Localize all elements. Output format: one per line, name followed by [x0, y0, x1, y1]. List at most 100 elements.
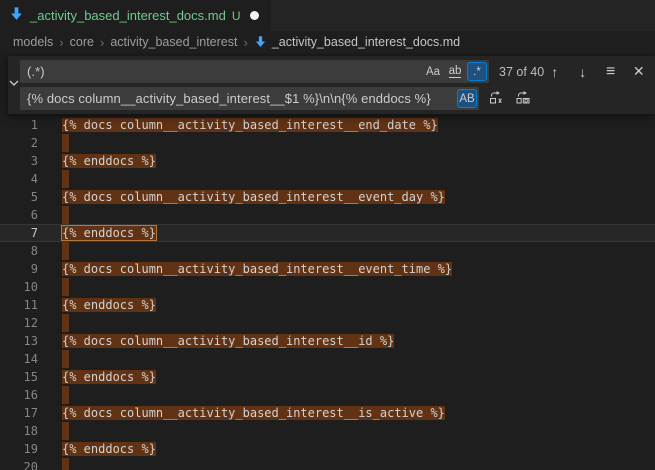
code-line[interactable]: 17{% docs column__activity_based_interes… — [0, 404, 655, 422]
zero-width-find-match — [62, 242, 69, 260]
code-line[interactable]: 6 — [0, 206, 655, 224]
code-line[interactable]: 20 — [0, 458, 655, 470]
replace-all-button[interactable] — [512, 88, 533, 109]
code-line[interactable]: 8 — [0, 242, 655, 260]
replace-input[interactable]: {% docs column__activity_based_interest_… — [27, 91, 455, 106]
zero-width-find-match — [62, 170, 69, 188]
code-line[interactable]: 7{% enddocs %} — [0, 224, 655, 242]
tab-filename: _activity_based_interest_docs.md — [30, 8, 226, 23]
line-number: 5 — [0, 188, 38, 206]
find-match: {% docs column__activity_based_interest_… — [62, 118, 438, 132]
line-number: 4 — [0, 170, 38, 188]
zero-width-find-match — [62, 422, 69, 440]
markdown-file-icon — [254, 35, 267, 49]
editor-pane[interactable]: (.*) Aa ab .* 37 of 40 ↑ ↓ ≡ ✕ — [0, 53, 655, 470]
zero-width-find-match — [62, 458, 69, 470]
breadcrumb-separator: › — [98, 35, 106, 50]
find-match: {% enddocs %} — [62, 370, 156, 384]
editor-tab[interactable]: _activity_based_interest_docs.md U — [0, 0, 271, 31]
code-line[interactable]: 10 — [0, 278, 655, 296]
zero-width-find-match — [62, 278, 69, 296]
zero-width-find-match — [62, 350, 69, 368]
modified-indicator-dot[interactable] — [250, 11, 259, 20]
line-number: 19 — [0, 440, 38, 458]
current-find-match: {% enddocs %} — [62, 226, 156, 240]
line-content — [38, 134, 69, 152]
line-content — [38, 314, 69, 332]
line-content — [38, 278, 69, 296]
code-line[interactable]: 1 {% docs column__activity_based_interest… — [0, 116, 655, 134]
code-line[interactable]: 15 {% enddocs %} — [0, 368, 655, 386]
code-line[interactable]: 2 — [0, 134, 655, 152]
find-input[interactable]: (.*) — [27, 64, 421, 79]
line-number: 17 — [0, 404, 38, 422]
line-number: 10 — [0, 278, 38, 296]
line-number: 18 — [0, 422, 38, 440]
next-match-button[interactable]: ↓ — [572, 61, 593, 82]
close-find-button[interactable]: ✕ — [628, 61, 649, 82]
line-content: {% docs column__activity_based_interest_… — [38, 332, 394, 350]
line-content — [38, 422, 69, 440]
replace-button[interactable] — [485, 88, 506, 109]
code-line[interactable]: 16 — [0, 386, 655, 404]
find-match: {% docs column__activity_based_interest_… — [62, 262, 452, 276]
code-line[interactable]: 19 {% enddocs %} — [0, 440, 655, 458]
whole-word-button[interactable]: ab — [445, 62, 465, 81]
breadcrumb-item-core[interactable]: core — [70, 35, 94, 49]
breadcrumb-item-file[interactable]: _activity_based_interest_docs.md — [254, 35, 460, 49]
toggle-replace-button[interactable] — [8, 56, 20, 114]
zero-width-find-match — [62, 314, 69, 332]
line-content: {% docs column__activity_based_interest_… — [38, 404, 445, 422]
line-number: 2 — [0, 134, 38, 152]
line-number: 3 — [0, 152, 38, 170]
line-content: {% enddocs %} — [38, 296, 156, 314]
breadcrumb: models › core › activity_based_interest … — [0, 31, 655, 53]
match-count: 37 of 40 — [499, 65, 544, 79]
breadcrumb-item-models[interactable]: models — [13, 35, 53, 49]
line-number: 8 — [0, 242, 38, 260]
line-content — [38, 242, 69, 260]
line-content: {% enddocs %} — [38, 440, 156, 458]
replace-row: {% docs column__activity_based_interest_… — [20, 87, 655, 110]
code-line[interactable]: 11{% enddocs %} — [0, 296, 655, 314]
regex-button[interactable]: .* — [467, 62, 487, 81]
find-in-selection-button[interactable]: ≡ — [600, 61, 621, 82]
find-input-box: (.*) Aa ab .* — [20, 60, 489, 83]
line-number: 1 — [0, 116, 38, 134]
replace-all-icon — [515, 89, 531, 108]
line-number: 6 — [0, 206, 38, 224]
code-line[interactable]: 18 — [0, 422, 655, 440]
breadcrumb-filename: _activity_based_interest_docs.md — [272, 35, 460, 49]
find-match: {% enddocs %} — [62, 154, 156, 168]
find-match: {% docs column__activity_based_interest_… — [62, 334, 394, 348]
find-row: (.*) Aa ab .* 37 of 40 ↑ ↓ ≡ ✕ — [20, 60, 655, 83]
breadcrumb-separator: › — [241, 35, 249, 50]
code-line[interactable]: 12 — [0, 314, 655, 332]
line-number: 9 — [0, 260, 38, 278]
zero-width-find-match — [62, 206, 69, 224]
line-number: 14 — [0, 350, 38, 368]
code-line[interactable]: 4 — [0, 170, 655, 188]
line-number: 12 — [0, 314, 38, 332]
code-line[interactable]: 14 — [0, 350, 655, 368]
breadcrumb-item-activity-based-interest[interactable]: activity_based_interest — [110, 35, 237, 49]
previous-match-button[interactable]: ↑ — [544, 61, 565, 82]
line-number: 15 — [0, 368, 38, 386]
line-content — [38, 350, 69, 368]
replace-input-box: {% docs column__activity_based_interest_… — [20, 87, 479, 110]
zero-width-find-match — [62, 386, 69, 404]
line-content: {% docs column__activity_based_interest_… — [38, 260, 452, 278]
code-line[interactable]: 3 {% enddocs %} — [0, 152, 655, 170]
code-line[interactable]: 9 {% docs column__activity_based_interest… — [0, 260, 655, 278]
breadcrumb-separator: › — [57, 35, 65, 50]
find-match: {% enddocs %} — [62, 442, 156, 456]
line-content: {% enddocs %} — [38, 152, 156, 170]
code-line[interactable]: 5{% docs column__activity_based_interest… — [0, 188, 655, 206]
match-case-button[interactable]: Aa — [423, 62, 443, 81]
preserve-case-button[interactable]: AB — [457, 89, 477, 108]
vscode-window: _activity_based_interest_docs.md U model… — [0, 0, 655, 470]
zero-width-find-match — [62, 134, 69, 152]
code-lines: 1 {% docs column__activity_based_interest… — [0, 53, 655, 470]
code-line[interactable]: 13 {% docs column__activity_based_interes… — [0, 332, 655, 350]
line-number: 13 — [0, 332, 38, 350]
